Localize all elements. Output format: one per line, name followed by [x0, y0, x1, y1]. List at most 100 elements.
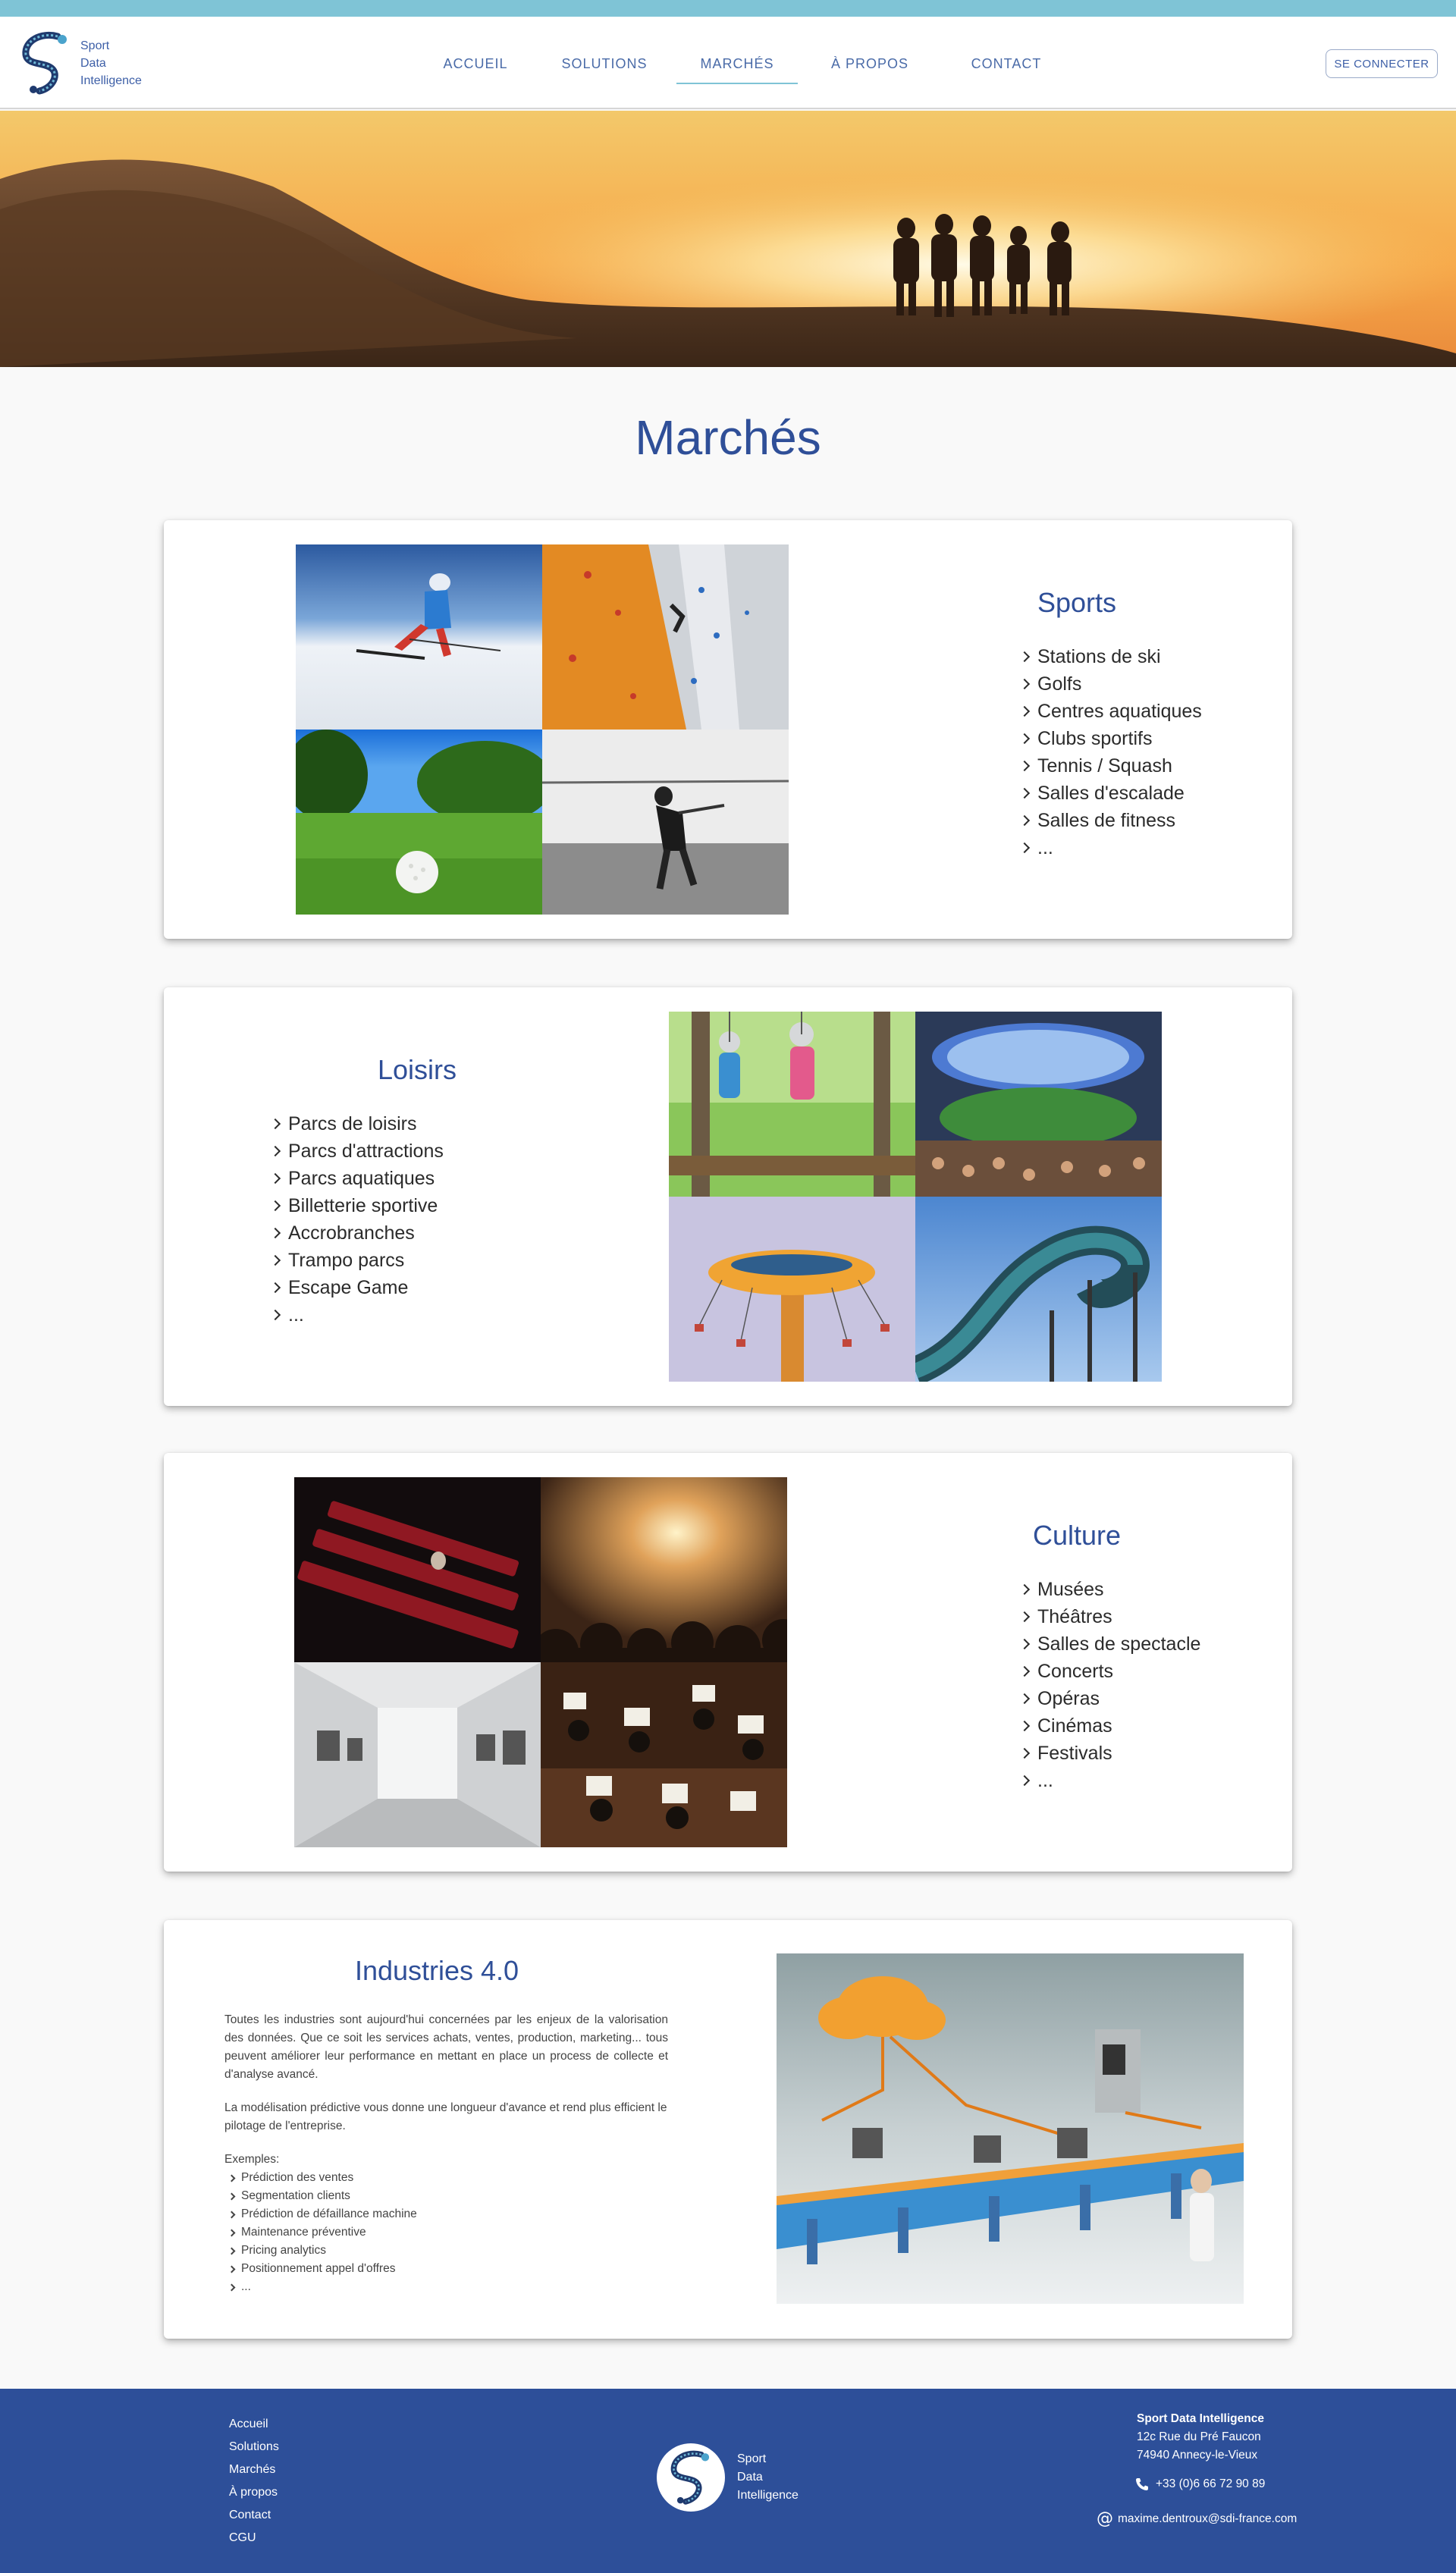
list-item: Parcs de loisirs — [269, 1110, 444, 1137]
cinema-photo — [294, 1477, 541, 1662]
chevron-right-icon — [1018, 1693, 1031, 1705]
hero-banner-image — [0, 111, 1456, 367]
nav-marches[interactable]: Marchés — [676, 50, 798, 84]
sports-list: Stations de ski Golfs Centres aquatiques… — [1018, 643, 1202, 861]
list-item: Pricing analytics — [224, 2242, 417, 2260]
list-item: ... — [1018, 834, 1202, 861]
chevron-right-icon — [228, 2265, 236, 2273]
footer-link-marches[interactable]: Marchés — [229, 2458, 279, 2481]
list-item: Maintenance préventive — [224, 2223, 417, 2242]
chevron-right-icon — [269, 1254, 281, 1266]
footer-link-accueil[interactable]: Accueil — [229, 2413, 279, 2436]
chevron-right-icon — [1018, 842, 1031, 854]
site-footer: Accueil Solutions Marchés À propos Conta… — [0, 2389, 1456, 2573]
chevron-right-icon — [1018, 733, 1031, 745]
chevron-right-icon — [1018, 705, 1031, 717]
list-item: ... — [269, 1301, 444, 1329]
list-item: Prédiction de défaillance machine — [224, 2205, 417, 2223]
nav-accueil[interactable]: Accueil — [419, 50, 532, 84]
list-item: Centres aquatiques — [1018, 698, 1202, 725]
squash-photo — [542, 730, 789, 915]
list-item: Opéras — [1018, 1685, 1200, 1712]
chevron-right-icon — [1018, 1665, 1031, 1677]
industries-title: Industries 4.0 — [354, 1955, 519, 1986]
culture-title: Culture — [1032, 1520, 1122, 1551]
list-item: Positionnement appel d'offres — [224, 2260, 417, 2278]
list-item: ... — [224, 2278, 417, 2296]
login-button[interactable]: Se connecter — [1326, 49, 1438, 78]
top-accent-bar — [0, 0, 1456, 17]
list-item: Trampo parcs — [269, 1247, 444, 1274]
list-item: Concerts — [1018, 1658, 1200, 1685]
culture-photo-grid — [294, 1477, 787, 1847]
list-item: Accrobranches — [269, 1219, 444, 1247]
main-nav: Accueil Solutions Marchés À propos Conta… — [419, 50, 1071, 84]
footer-link-cgu[interactable]: CGU — [229, 2527, 279, 2549]
chevron-right-icon — [228, 2283, 236, 2291]
list-item: Salles de fitness — [1018, 807, 1202, 834]
footer-logo[interactable]: Sport Data Intelligence — [657, 2443, 799, 2512]
chevron-right-icon — [269, 1145, 281, 1157]
footer-phone[interactable]: +33 (0)6 66 72 90 89 — [1134, 2477, 1265, 2492]
logo-line: Sport — [737, 2452, 767, 2465]
nav-a-propos[interactable]: À propos — [805, 50, 934, 84]
chevron-right-icon — [228, 2229, 236, 2236]
loisirs-photo-grid — [669, 1012, 1162, 1382]
chevron-right-icon — [1018, 1638, 1031, 1650]
list-item: Prédiction des ventes — [224, 2169, 417, 2187]
footer-email[interactable]: @ maxime.dentroux@sdi-france.com — [1097, 2509, 1297, 2528]
footer-address: Sport Data Intelligence 12c Rue du Pré F… — [1137, 2410, 1264, 2465]
culture-list: Musées Théâtres Salles de spectacle Conc… — [1018, 1576, 1200, 1794]
chevron-right-icon — [1018, 760, 1031, 772]
industry-illustration — [777, 1953, 1244, 2304]
logo-line: Intelligence — [737, 2489, 799, 2502]
chevron-right-icon — [1018, 651, 1031, 663]
list-item: Escape Game — [269, 1274, 444, 1301]
list-item: Clubs sportifs — [1018, 725, 1202, 752]
footer-link-solutions[interactable]: Solutions — [229, 2436, 279, 2458]
footer-logo-text: Sport Data Intelligence — [737, 2450, 799, 2505]
industries-paragraph-2: La modélisation prédictive vous donne un… — [224, 2101, 667, 2132]
logo-line: Data — [737, 2471, 763, 2484]
museum-photo — [294, 1662, 541, 1847]
industries-paragraph-1: Toutes les industries sont aujourd'hui c… — [224, 2013, 668, 2081]
list-item: Segmentation clients — [224, 2187, 417, 2205]
concert-photo — [541, 1477, 787, 1662]
site-header: Sport Data Intelligence Accueil Solution… — [0, 17, 1456, 109]
chevron-right-icon — [228, 2174, 236, 2182]
page-title: Marchés — [635, 410, 821, 465]
loisirs-title: Loisirs — [377, 1054, 457, 1085]
chevron-right-icon — [269, 1172, 281, 1185]
industries-card: Industries 4.0 Toutes les industries son… — [164, 1920, 1292, 2339]
email-address: maxime.dentroux@sdi-france.com — [1118, 2512, 1298, 2525]
footer-link-a-propos[interactable]: À propos — [229, 2481, 279, 2504]
list-item: Cinémas — [1018, 1712, 1200, 1740]
swing-ride-photo — [669, 1197, 915, 1382]
list-item: Billetterie sportive — [269, 1192, 444, 1219]
examples-label: Exemples: — [224, 2153, 280, 2166]
footer-links: Accueil Solutions Marchés À propos Conta… — [229, 2413, 279, 2549]
list-item: Théâtres — [1018, 1603, 1200, 1630]
logo-line: Data — [80, 56, 106, 70]
list-item: Golfs — [1018, 670, 1202, 698]
loisirs-card: Loisirs Parcs de loisirs Parcs d'attract… — [164, 987, 1292, 1406]
chevron-right-icon — [269, 1309, 281, 1321]
brand-logo[interactable]: Sport Data Intelligence — [18, 30, 142, 96]
sports-photo-grid — [296, 544, 789, 915]
orchestra-photo — [541, 1662, 787, 1847]
logo-text: Sport Data Intelligence — [80, 37, 142, 89]
sports-card: Sports Stations de ski Golfs Centres aqu… — [164, 520, 1292, 939]
list-item: ... — [1018, 1767, 1200, 1794]
ski-photo — [296, 544, 542, 730]
nav-solutions[interactable]: Solutions — [540, 50, 669, 84]
climbing-wall-photo — [542, 544, 789, 730]
footer-link-contact[interactable]: Contact — [229, 2504, 279, 2527]
address-line: 74940 Annecy-le-Vieux — [1137, 2449, 1258, 2462]
nav-contact[interactable]: Contact — [942, 50, 1071, 84]
list-item: Salles de spectacle — [1018, 1630, 1200, 1658]
chevron-right-icon — [269, 1200, 281, 1212]
chevron-right-icon — [1018, 1583, 1031, 1596]
sdi-logo-icon — [22, 32, 67, 95]
list-item: Tennis / Squash — [1018, 752, 1202, 780]
list-item: Parcs aquatiques — [269, 1165, 444, 1192]
